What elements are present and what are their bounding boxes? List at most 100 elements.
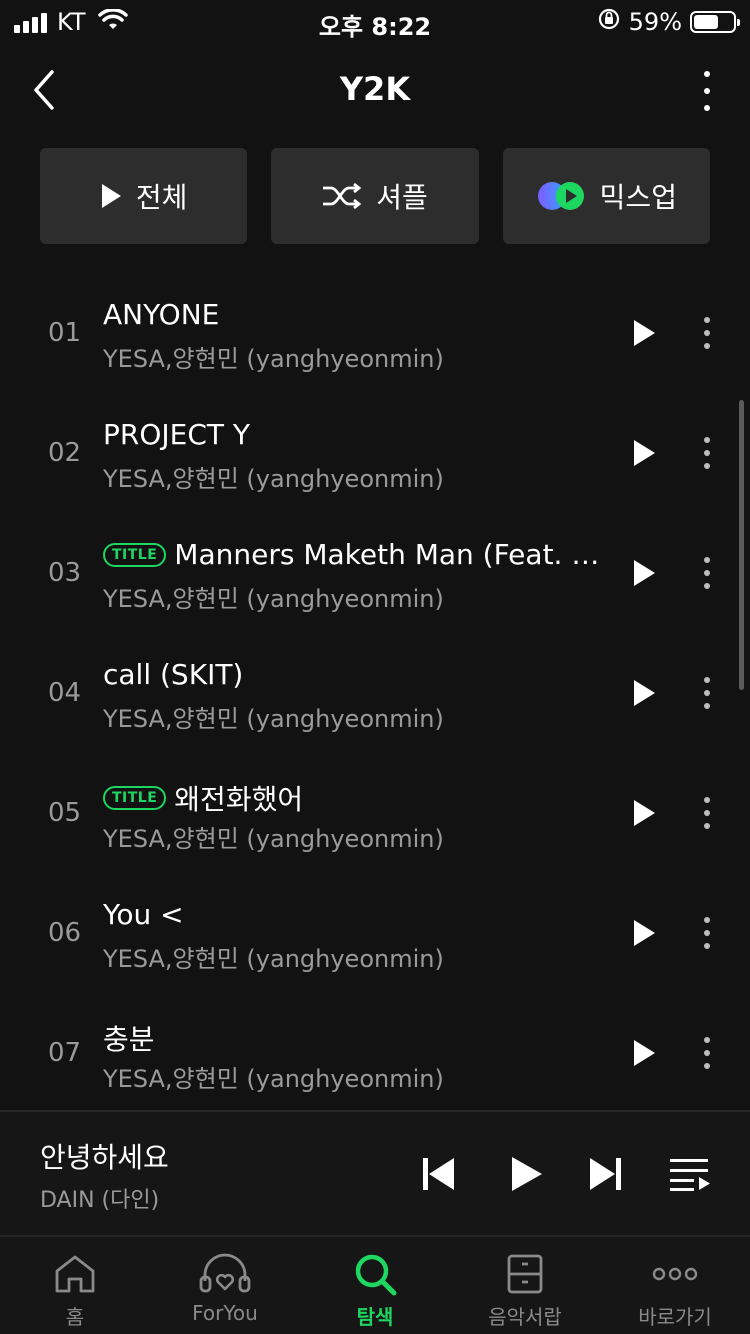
track-number: 06 bbox=[48, 918, 82, 948]
nav-shortcut[interactable]: 바로가기 bbox=[600, 1237, 750, 1334]
nav-home-label: 홈 bbox=[65, 1305, 85, 1329]
track-number: 01 bbox=[48, 318, 82, 348]
nav-search-label: 탐색 bbox=[356, 1305, 394, 1329]
track-play-button[interactable] bbox=[626, 915, 662, 951]
track-list: 01 ANYONE YESA,양현민 (yanghyeonmin) 02 PRO… bbox=[0, 273, 750, 1113]
track-title-row: ANYONE bbox=[103, 298, 613, 331]
track-artist: YESA,양현민 (yanghyeonmin) bbox=[103, 465, 444, 493]
mixup-label: 믹스업 bbox=[599, 181, 677, 214]
track-more-button[interactable] bbox=[694, 675, 720, 711]
track-play-button[interactable] bbox=[626, 675, 662, 711]
page-title: Y2K bbox=[339, 70, 411, 108]
track-row[interactable]: 03 TITLE Manners Maketh Man (Feat. Ri...… bbox=[0, 513, 750, 633]
scrollbar[interactable] bbox=[739, 400, 744, 690]
track-row[interactable]: 04 call (SKIT) YESA,양현민 (yanghyeonmin) bbox=[0, 633, 750, 753]
track-row[interactable]: 01 ANYONE YESA,양현민 (yanghyeonmin) bbox=[0, 273, 750, 393]
track-play-button[interactable] bbox=[626, 435, 662, 471]
playlist-icon bbox=[670, 1159, 710, 1191]
track-number: 02 bbox=[48, 438, 82, 468]
status-bar: KT 오후 8:22 59% bbox=[0, 0, 750, 44]
nav-shortcut-label: 바로가기 bbox=[638, 1305, 712, 1329]
track-play-button[interactable] bbox=[626, 315, 662, 351]
track-title-row: 충분 bbox=[103, 1018, 613, 1058]
search-icon bbox=[352, 1251, 398, 1297]
track-artist: YESA,양현민 (yanghyeonmin) bbox=[103, 1065, 444, 1093]
track-title-row: TITLE Manners Maketh Man (Feat. Ri... bbox=[103, 538, 613, 571]
shuffle-button[interactable]: 셔플 bbox=[271, 148, 479, 244]
bottom-nav: 홈 ForYou 탐색 음악서랍 바로가기 bbox=[0, 1235, 750, 1334]
track-play-button[interactable] bbox=[626, 1035, 662, 1071]
now-playing-title: 안녕하세요 bbox=[40, 1141, 169, 1174]
track-number: 04 bbox=[48, 678, 82, 708]
status-right: 59% bbox=[597, 7, 740, 37]
play-icon bbox=[634, 800, 655, 826]
track-title: 왜전화했어 bbox=[174, 783, 304, 816]
play-button[interactable] bbox=[504, 1152, 548, 1196]
skip-next-icon bbox=[590, 1158, 621, 1190]
track-more-button[interactable] bbox=[694, 795, 720, 831]
track-more-button[interactable] bbox=[694, 1035, 720, 1071]
shortcut-icon bbox=[652, 1251, 698, 1297]
track-row[interactable]: 05 TITLE 왜전화했어 YESA,양현민 (yanghyeonmin) bbox=[0, 753, 750, 873]
nav-drawer-label: 음악서랍 bbox=[488, 1305, 562, 1329]
header: Y2K bbox=[0, 52, 750, 132]
foryou-icon bbox=[198, 1251, 252, 1297]
track-title-row: PROJECT Y bbox=[103, 418, 613, 451]
action-buttons: 전체 셔플 믹스업 bbox=[40, 148, 710, 244]
track-play-button[interactable] bbox=[626, 555, 662, 591]
title-track-badge: TITLE bbox=[103, 786, 167, 810]
track-number: 05 bbox=[48, 798, 82, 828]
orientation-lock-icon bbox=[597, 7, 621, 37]
home-icon bbox=[53, 1251, 97, 1297]
track-play-button[interactable] bbox=[626, 795, 662, 831]
track-row[interactable]: 02 PROJECT Y YESA,양현민 (yanghyeonmin) bbox=[0, 393, 750, 513]
track-number: 07 bbox=[48, 1038, 82, 1068]
battery-icon bbox=[690, 11, 740, 33]
play-icon bbox=[634, 320, 655, 346]
track-title-row: call (SKIT) bbox=[103, 658, 613, 691]
mixup-button[interactable]: 믹스업 bbox=[502, 148, 710, 244]
track-title: call (SKIT) bbox=[103, 658, 244, 691]
track-title: Manners Maketh Man (Feat. Ri... bbox=[174, 538, 613, 571]
title-track-badge: TITLE bbox=[103, 542, 167, 567]
track-more-button[interactable] bbox=[694, 435, 720, 471]
track-number: 03 bbox=[48, 558, 82, 588]
nav-foryou[interactable]: ForYou bbox=[150, 1237, 300, 1334]
track-title: 충분 bbox=[103, 1023, 155, 1056]
play-icon bbox=[634, 920, 655, 946]
shuffle-label: 셔플 bbox=[376, 181, 428, 214]
nav-home[interactable]: 홈 bbox=[0, 1237, 150, 1334]
track-more-button[interactable] bbox=[694, 915, 720, 951]
shuffle-icon bbox=[322, 183, 362, 209]
track-title-row: TITLE 왜전화했어 bbox=[103, 778, 613, 818]
mini-player[interactable]: 안녕하세요 DAIN (다인) bbox=[0, 1110, 750, 1235]
more-options-button[interactable] bbox=[692, 68, 722, 114]
play-all-label: 전체 bbox=[135, 181, 188, 214]
play-icon bbox=[512, 1157, 542, 1191]
play-icon bbox=[634, 440, 655, 466]
nav-search[interactable]: 탐색 bbox=[300, 1237, 450, 1334]
previous-button[interactable] bbox=[416, 1152, 460, 1196]
play-all-button[interactable]: 전체 bbox=[40, 148, 248, 244]
play-icon bbox=[100, 183, 122, 209]
now-playing-artist: DAIN (다인) bbox=[40, 1188, 160, 1213]
playlist-button[interactable] bbox=[668, 1152, 712, 1196]
track-title: PROJECT Y bbox=[103, 418, 250, 451]
track-row[interactable]: 06 You < YESA,양현민 (yanghyeonmin) bbox=[0, 873, 750, 993]
next-button[interactable] bbox=[584, 1152, 628, 1196]
track-artist: YESA,양현민 (yanghyeonmin) bbox=[103, 585, 444, 613]
track-artist: YESA,양현민 (yanghyeonmin) bbox=[103, 705, 444, 733]
skip-previous-icon bbox=[423, 1158, 454, 1190]
track-title: ANYONE bbox=[103, 298, 220, 331]
track-artist: YESA,양현민 (yanghyeonmin) bbox=[103, 825, 444, 853]
track-row[interactable]: 07 충분 YESA,양현민 (yanghyeonmin) bbox=[0, 993, 750, 1113]
track-more-button[interactable] bbox=[694, 555, 720, 591]
drawer-icon bbox=[505, 1251, 545, 1297]
track-title: You < bbox=[103, 898, 184, 931]
play-icon bbox=[634, 680, 655, 706]
track-title-row: You < bbox=[103, 898, 613, 931]
battery-percent: 59% bbox=[628, 8, 682, 36]
track-artist: YESA,양현민 (yanghyeonmin) bbox=[103, 345, 444, 373]
nav-drawer[interactable]: 음악서랍 bbox=[450, 1237, 600, 1334]
track-more-button[interactable] bbox=[694, 315, 720, 351]
